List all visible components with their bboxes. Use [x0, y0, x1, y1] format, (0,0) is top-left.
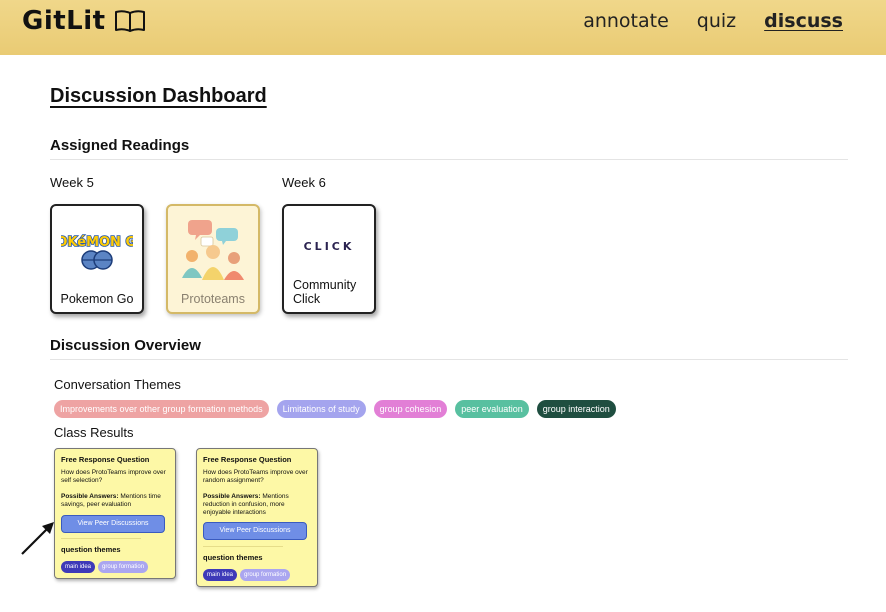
- app-name[interactable]: GitLit: [22, 6, 106, 36]
- question-tags: main idea group formation: [61, 561, 149, 573]
- conversation-themes-heading: Conversation Themes: [54, 377, 181, 392]
- reading-card-community-click[interactable]: CLICK Community Click: [282, 204, 376, 314]
- week-5-label: Week 5: [50, 175, 94, 190]
- discussion-overview-heading: Discussion Overview: [50, 337, 201, 354]
- tag-main-idea[interactable]: main idea: [203, 569, 238, 581]
- reading-label: Pokemon Go: [60, 292, 134, 306]
- question-themes-label: question themes: [203, 553, 263, 562]
- question-text: How does ProtoTeams improve over self se…: [61, 469, 166, 484]
- reading-card-pokemon-go[interactable]: POKéMON GO Pokemon Go: [50, 204, 144, 314]
- nav-annotate[interactable]: annotate: [583, 10, 669, 32]
- prototeams-illustration: [168, 216, 258, 286]
- view-peer-discussions-button[interactable]: View Peer Discussions: [61, 515, 165, 533]
- result-card: Free Response Question How does ProtoTea…: [196, 448, 318, 587]
- theme-chip[interactable]: peer evaluation: [455, 400, 529, 418]
- class-results-heading: Class Results: [54, 425, 134, 440]
- pokemon-go-logo-image: POKéMON GO: [61, 234, 133, 270]
- divider: [61, 538, 141, 539]
- question-type: Free Response Question: [61, 455, 150, 464]
- community-click-logo: CLICK: [284, 216, 374, 276]
- pointer-arrow-icon: [21, 522, 54, 555]
- nav-discuss[interactable]: discuss: [764, 10, 843, 32]
- reading-label: Prototeams: [181, 292, 245, 306]
- tag-group-formation[interactable]: group formation: [240, 569, 291, 581]
- question-themes-label: question themes: [61, 545, 121, 554]
- possible-answers: Possible Answers: Mentions time savings,…: [61, 493, 171, 509]
- question-tags: main idea group formation: [203, 569, 291, 581]
- possible-answers: Possible Answers: Mentions reduction in …: [203, 493, 313, 517]
- view-peer-discussions-button[interactable]: View Peer Discussions: [203, 522, 307, 540]
- pokemon-logo-text: POKéMON GO: [61, 235, 133, 250]
- brand[interactable]: GitLit: [22, 6, 146, 36]
- divider: [50, 359, 848, 360]
- assigned-readings-heading: Assigned Readings: [50, 137, 190, 154]
- week-6-label: Week 6: [282, 175, 326, 190]
- tag-main-idea[interactable]: main idea: [61, 561, 96, 573]
- divider: [203, 546, 283, 547]
- page-title: Discussion Dashboard: [50, 85, 267, 107]
- top-navigation-bar: GitLit annotate quiz discuss: [0, 0, 886, 55]
- tag-group-formation[interactable]: group formation: [98, 561, 149, 573]
- nav-quiz[interactable]: quiz: [697, 10, 736, 32]
- result-card: Free Response Question How does ProtoTea…: [54, 448, 176, 579]
- reading-card-prototeams[interactable]: Prototeams: [166, 204, 260, 314]
- theme-chip[interactable]: group interaction: [536, 400, 616, 418]
- question-text: How does ProtoTeams improve over random …: [203, 469, 308, 484]
- theme-chip[interactable]: Improvements over other group formation …: [54, 400, 269, 418]
- people-chat-icon: [182, 220, 244, 280]
- main-nav: annotate quiz discuss: [583, 10, 843, 32]
- theme-chip[interactable]: Limitations of study: [276, 400, 366, 418]
- divider: [50, 159, 848, 160]
- reading-label: Community Click: [293, 278, 357, 306]
- possible-answers-label: Possible Answers:: [203, 493, 261, 500]
- question-type: Free Response Question: [203, 455, 292, 464]
- open-book-icon: [114, 10, 145, 32]
- theme-chip[interactable]: group cohesion: [373, 400, 448, 418]
- possible-answers-label: Possible Answers:: [61, 493, 119, 500]
- click-logo-text: CLICK: [303, 239, 355, 253]
- pokemon-go-logo: POKéMON GO: [52, 216, 142, 286]
- conversation-themes-list: Improvements over other group formation …: [54, 400, 616, 418]
